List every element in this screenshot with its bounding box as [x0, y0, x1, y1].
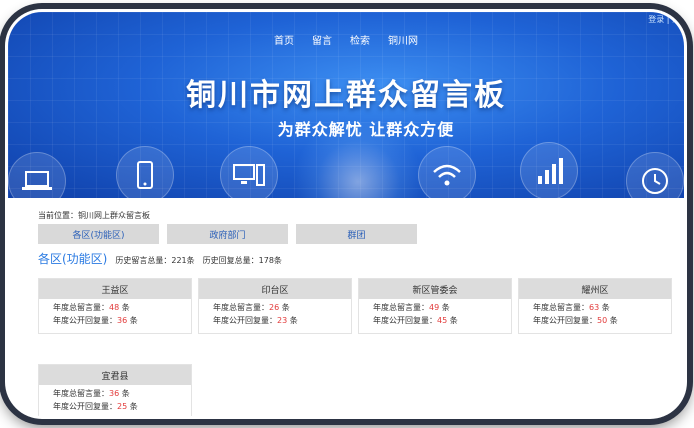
district-card[interactable]: 印台区 年度总留言量：26 条 年度公开回复量：23 条: [198, 278, 352, 334]
nav-search[interactable]: 检索: [350, 32, 370, 47]
desktop-icon: [220, 146, 278, 198]
signal-icon: [520, 142, 578, 198]
section-header: 各区(功能区) 历史留言总量：221条 历史回复总量：178条: [38, 250, 282, 267]
district-name[interactable]: 新区管委会: [359, 279, 511, 299]
top-nav: 首页 留言 检索 铜川网: [8, 32, 684, 47]
message-count-line: 年度总留言量：48 条: [53, 303, 130, 312]
nav-message[interactable]: 留言: [312, 32, 332, 47]
category-tabs: 各区(功能区) 政府部门 群团: [38, 224, 417, 244]
site-subtitle: 为群众解忧 让群众方便: [277, 120, 455, 139]
section-title: 各区(功能区): [38, 252, 108, 266]
phone-icon: [116, 146, 174, 198]
tab-districts[interactable]: 各区(功能区): [38, 224, 159, 244]
district-name[interactable]: 耀州区: [519, 279, 671, 299]
reply-count-line: 年度公开回复量：36 条: [53, 316, 138, 325]
message-count-line: 年度总留言量：49 条: [373, 303, 450, 312]
message-count-line: 年度总留言量：36 条: [53, 389, 130, 398]
reply-count-line: 年度公开回复量：45 条: [373, 316, 458, 325]
page-frame: 登录 | 注 首页 留言 检索 铜川网 铜川市网上群众留言板 为群众解忧 让群众…: [8, 12, 684, 416]
main-content: 当前位置：铜川网上群众留言板 各区(功能区) 政府部门 群团 各区(功能区) 历…: [8, 198, 684, 416]
message-count-line: 年度总留言量：63 条: [533, 303, 610, 312]
site-title: 铜川市网上群众留言板: [186, 78, 506, 113]
district-name[interactable]: 印台区: [199, 279, 351, 299]
nav-home[interactable]: 首页: [274, 32, 294, 47]
total-messages: 历史留言总量：221条: [115, 256, 195, 265]
district-name[interactable]: 王益区: [39, 279, 191, 299]
total-replies: 历史回复总量：178条: [202, 256, 282, 265]
district-name[interactable]: 宜君县: [39, 365, 191, 385]
reply-count-line: 年度公开回复量：50 条: [533, 316, 618, 325]
reply-count-line: 年度公开回复量：23 条: [213, 316, 298, 325]
laptop-icon: [8, 152, 66, 198]
message-count-line: 年度总留言量：26 条: [213, 303, 290, 312]
district-card[interactable]: 王益区 年度总留言量：48 条 年度公开回复量：36 条: [38, 278, 192, 334]
clock-icon: [626, 152, 684, 198]
breadcrumb: 当前位置：铜川网上群众留言板: [38, 211, 150, 220]
district-card[interactable]: 新区管委会 年度总留言量：49 条 年度公开回复量：45 条: [358, 278, 512, 334]
login-link[interactable]: 登录 | 注: [648, 14, 680, 25]
banner-icons: [8, 142, 684, 198]
reply-count-line: 年度公开回复量：25 条: [53, 402, 138, 411]
district-card[interactable]: 耀州区 年度总留言量：63 条 年度公开回复量：50 条: [518, 278, 672, 334]
tab-groups[interactable]: 群团: [296, 224, 417, 244]
nav-tongchuan[interactable]: 铜川网: [388, 32, 418, 47]
tab-government[interactable]: 政府部门: [167, 224, 288, 244]
district-card[interactable]: 宜君县 年度总留言量：36 条 年度公开回复量：25 条: [38, 364, 192, 416]
wifi-icon: [418, 146, 476, 198]
header-banner: 登录 | 注 首页 留言 检索 铜川网 铜川市网上群众留言板 为群众解忧 让群众…: [8, 12, 684, 198]
